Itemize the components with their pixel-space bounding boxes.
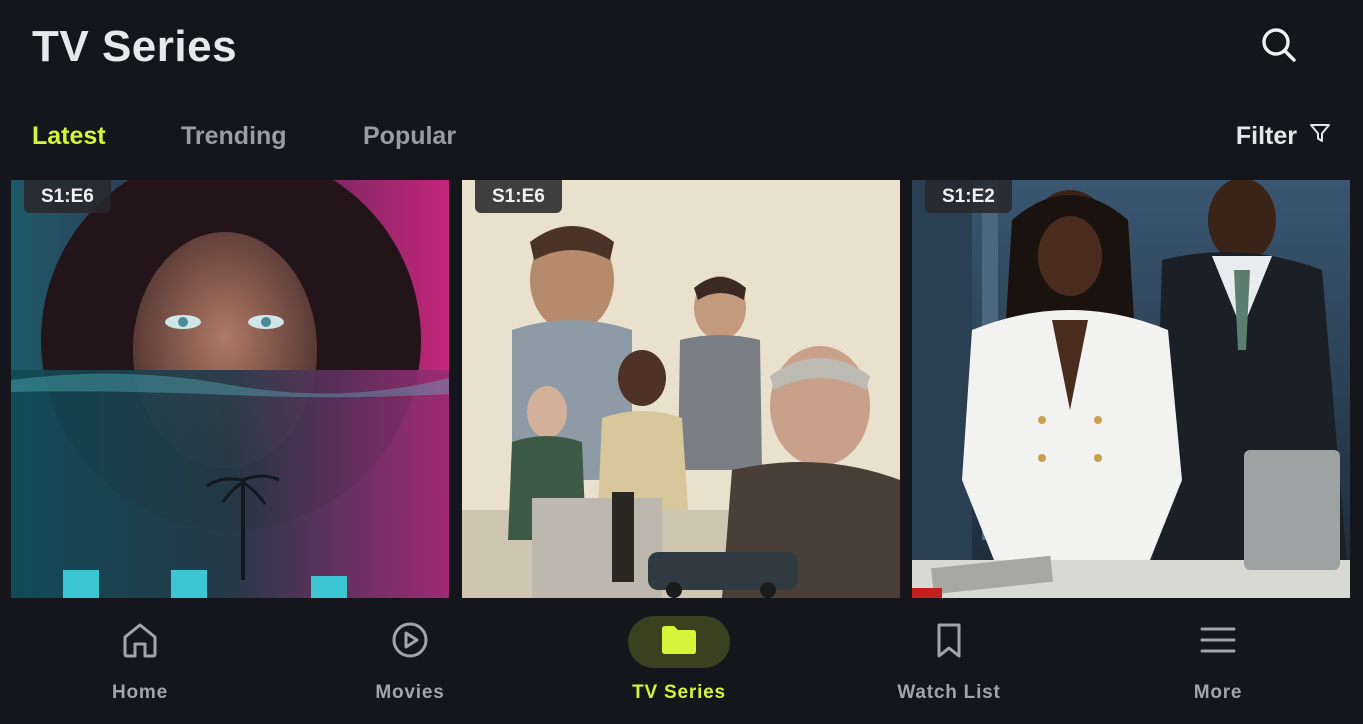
filter-label: Filter [1235, 121, 1297, 150]
filter-button[interactable]: Filter [1236, 118, 1331, 154]
nav-home-label: Home [112, 682, 168, 703]
poster-image [11, 180, 449, 598]
nav-tv-series-icon-wrap [628, 616, 730, 668]
nav-watch-list-icon-wrap [898, 616, 1000, 668]
tab-trending[interactable]: Trending [181, 118, 363, 154]
series-card[interactable]: S1:E2 [912, 180, 1350, 598]
episode-badge: S1:E6 [24, 180, 111, 213]
nav-home[interactable]: Home [40, 598, 240, 724]
nav-watch-list[interactable]: Watch List [849, 598, 1049, 724]
nav-watch-list-label: Watch List [897, 682, 1001, 703]
bookmark-icon [929, 620, 969, 665]
nav-movies-label: Movies [375, 682, 445, 703]
nav-movies[interactable]: Movies [310, 598, 510, 724]
nav-tv-series[interactable]: TV Series [579, 598, 779, 724]
series-card[interactable]: S1:E6 [462, 180, 900, 598]
nav-more-label: More [1193, 682, 1243, 703]
category-tabs: Latest Trending Popular [32, 118, 456, 154]
nav-more-icon-wrap [1167, 616, 1269, 668]
search-icon [1259, 25, 1299, 70]
series-card[interactable]: S1:E6 [11, 180, 449, 598]
page-title: TV Series [32, 22, 238, 71]
home-icon [120, 620, 160, 665]
poster-image [912, 180, 1350, 598]
nav-home-icon-wrap [89, 616, 191, 668]
episode-badge: S1:E2 [925, 180, 1012, 213]
series-grid: S1:E6 S1:E6 S1:E2 [11, 180, 1351, 598]
header: TV Series [0, 0, 1363, 100]
folder-icon [659, 620, 699, 665]
search-button[interactable] [1256, 24, 1302, 70]
bottom-navigation: Home Movies TV Series Watch List More [0, 598, 1363, 724]
tab-popular[interactable]: Popular [363, 118, 456, 154]
tab-latest[interactable]: Latest [32, 118, 181, 154]
menu-icon [1198, 620, 1238, 665]
play-circle-icon [390, 620, 430, 665]
filter-icon [1309, 122, 1331, 151]
nav-tv-series-label: TV Series [632, 682, 726, 703]
poster-image [462, 180, 900, 598]
nav-movies-icon-wrap [359, 616, 461, 668]
app-screen: TV Series Latest Trending Popular Filter [0, 0, 1363, 724]
episode-badge: S1:E6 [475, 180, 562, 213]
nav-more[interactable]: More [1118, 598, 1318, 724]
